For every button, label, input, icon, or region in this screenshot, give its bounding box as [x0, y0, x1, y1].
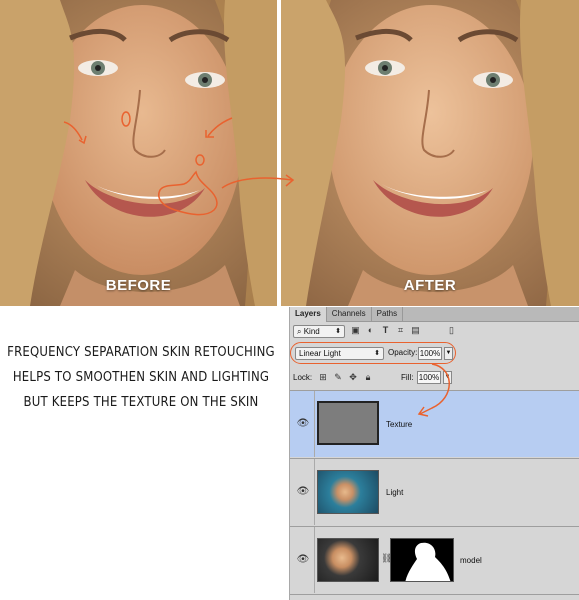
chevron-down-icon: ⬍ — [335, 328, 341, 335]
layer-name: Texture — [386, 420, 413, 429]
opacity-dropdown-icon[interactable]: ▼ — [444, 347, 453, 360]
layer-separator — [314, 527, 315, 593]
before-label: BEFORE — [105, 277, 172, 294]
chevron-down-icon: ⬍ — [374, 350, 380, 357]
opacity-label: Opacity: — [388, 348, 418, 357]
fill-label: Fill: — [401, 373, 414, 382]
filter-toggle-icon[interactable]: ▯ — [446, 325, 457, 336]
lock-position-icon[interactable]: ✥ — [348, 372, 358, 382]
pixel-filter-icon[interactable]: ▣ — [350, 325, 361, 336]
lock-transparent-icon[interactable]: ⊞ — [318, 372, 328, 382]
visibility-eye-icon[interactable]: 👁︎ — [296, 485, 310, 499]
layer-row-texture[interactable]: 👁︎ Texture — [290, 390, 579, 457]
lock-all-icon[interactable]: 🔒︎ — [363, 372, 373, 382]
layer-mask-thumbnail[interactable] — [390, 538, 454, 582]
smart-object-filter-icon[interactable]: ▤ — [410, 325, 421, 336]
layer-separator — [314, 391, 315, 457]
layer-row-partial — [290, 594, 579, 600]
before-photo: BEFORE — [0, 0, 277, 306]
after-portrait-image — [281, 0, 579, 306]
model-layer-thumbnail — [317, 538, 379, 582]
layer-row-light[interactable]: 👁︎ Light — [290, 458, 579, 525]
layers-panel: Layers Channels Paths ⌕ Kind ⬍ ▣ ◐ T ⌗ ▤ … — [289, 307, 579, 600]
light-layer-thumbnail — [317, 470, 379, 514]
tab-paths[interactable]: Paths — [372, 307, 404, 322]
layer-name: model — [460, 556, 482, 565]
shape-filter-icon[interactable]: ⌗ — [395, 325, 406, 336]
tab-layers[interactable]: Layers — [290, 307, 327, 322]
layer-name: Light — [386, 488, 404, 497]
mask-silhouette — [405, 542, 451, 581]
layer-row-model[interactable]: 👁︎ ⛓︎ model — [290, 526, 579, 593]
caption-line-2: helps to smoothen skin and lighting — [12, 370, 270, 385]
lock-image-icon[interactable]: ✎ — [333, 372, 343, 382]
fill-input[interactable]: 100% — [417, 371, 441, 384]
opacity-input[interactable]: 100% — [418, 347, 442, 360]
after-photo: AFTER — [281, 0, 579, 306]
layer-separator — [314, 459, 315, 525]
tab-channels[interactable]: Channels — [327, 307, 372, 322]
fill-dropdown-icon[interactable]: ▼ — [443, 371, 452, 384]
after-label: AFTER — [403, 277, 457, 294]
caption-line-3: but keeps the texture on the skin — [23, 395, 259, 410]
panel-tabs: Layers Channels Paths — [290, 307, 579, 322]
visibility-eye-icon[interactable]: 👁︎ — [296, 417, 310, 431]
lock-label: Lock: — [293, 373, 313, 382]
blend-mode-select[interactable]: Linear Light ⬍ — [295, 347, 384, 360]
kind-filter-label: ⌕ Kind — [297, 327, 320, 336]
caption: Frequency separation skin retouching hel… — [0, 340, 282, 415]
before-portrait-image — [0, 0, 277, 306]
adjustment-filter-icon[interactable]: ◐ — [365, 325, 376, 336]
caption-line-1: Frequency separation skin retouching — [7, 345, 275, 360]
kind-filter-select[interactable]: ⌕ Kind ⬍ — [293, 325, 345, 338]
blend-mode-value: Linear Light — [299, 349, 341, 358]
visibility-eye-icon[interactable]: 👁︎ — [296, 553, 310, 567]
texture-layer-thumbnail — [317, 401, 379, 445]
type-filter-icon[interactable]: T — [380, 325, 391, 336]
